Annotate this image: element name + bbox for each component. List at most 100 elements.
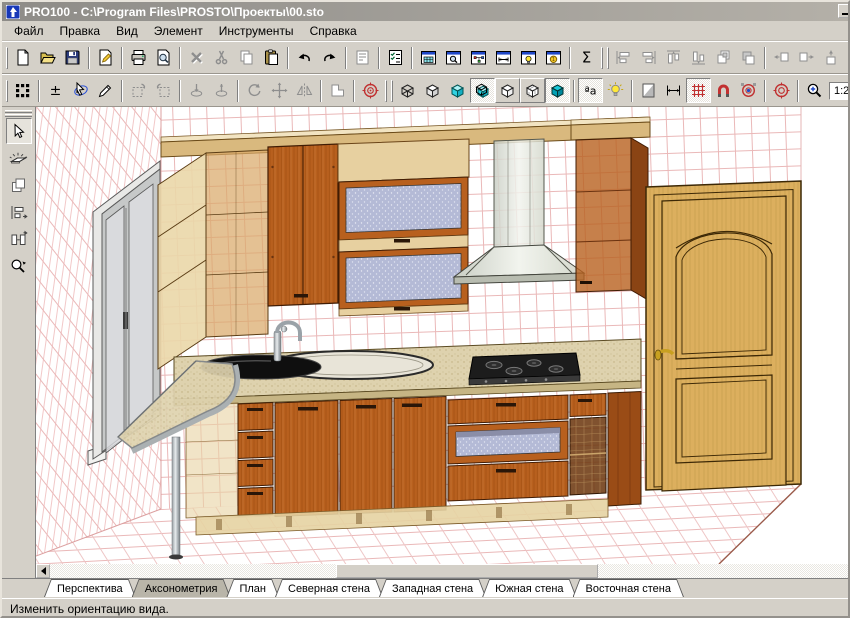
light-button[interactable] (603, 78, 628, 103)
tab-south-wall[interactable]: Южная стена (482, 579, 576, 597)
status-bar: Изменить ориентацию вида. (2, 598, 848, 618)
pencil-button[interactable] (93, 78, 118, 103)
scrollbar-thumb[interactable] (336, 564, 598, 578)
corner-profile-button[interactable] (325, 78, 350, 103)
snap-center-button[interactable] (736, 78, 761, 103)
horizontal-scrollbar[interactable] (36, 564, 848, 578)
right-wall-cabinet[interactable] (571, 117, 650, 300)
minimize-button[interactable] (838, 4, 848, 18)
flip-horizontal-button[interactable] (209, 78, 234, 103)
align-right-button[interactable] (636, 45, 661, 70)
redo-button[interactable] (317, 45, 342, 70)
grid-button[interactable] (686, 78, 711, 103)
tab-axonometry[interactable]: Аксонометрия (132, 579, 231, 597)
print-button[interactable] (126, 45, 151, 70)
tab-perspective[interactable]: Перспектива (44, 579, 136, 597)
undo-button[interactable] (292, 45, 317, 70)
dimensions-window-button[interactable] (491, 45, 516, 70)
tab-west-wall[interactable]: Западная стена (379, 579, 486, 597)
clone-tool-button[interactable] (6, 172, 32, 198)
select-tool-button[interactable] (6, 118, 32, 144)
center-view-button[interactable] (358, 78, 383, 103)
rotate-frame-right-button[interactable] (151, 78, 176, 103)
scale-combo[interactable]: 1:20 (829, 82, 850, 100)
move-button[interactable] (267, 78, 292, 103)
shift-down-button[interactable] (844, 45, 850, 70)
properties-button[interactable] (350, 45, 375, 70)
scale-value[interactable]: 1:20 (829, 82, 850, 100)
send-to-back-button[interactable] (736, 45, 761, 70)
grid-cube-view-button[interactable] (520, 78, 545, 103)
align-left-button[interactable] (611, 45, 636, 70)
rotate-frame-left-button[interactable] (126, 78, 151, 103)
selection-frame-button[interactable] (10, 78, 35, 103)
toolbar-gripper[interactable] (607, 47, 609, 69)
print-preview-button[interactable] (151, 45, 176, 70)
base-cabinets[interactable] (186, 392, 641, 536)
dimensions-button[interactable] (661, 78, 686, 103)
plus-minus-button[interactable]: ± (43, 78, 68, 103)
solid-view-button[interactable] (545, 78, 570, 103)
align-bottom-button[interactable] (686, 45, 711, 70)
preview-window-button[interactable] (441, 45, 466, 70)
scroll-left-button[interactable] (36, 564, 50, 578)
shift-up-button[interactable] (819, 45, 844, 70)
menu-edit[interactable]: Правка (52, 22, 109, 40)
glass-wall-cabinets[interactable] (338, 139, 469, 316)
title-bar[interactable]: PRO100 - C:\Program Files\PROSTO\Проекты… (2, 2, 848, 21)
textured-view-button[interactable] (470, 78, 495, 103)
sum-button[interactable]: Σ (574, 45, 599, 70)
rotate-button[interactable] (242, 78, 267, 103)
toolbar-gripper[interactable] (6, 47, 8, 69)
toolbar-gripper[interactable] (601, 47, 603, 69)
distribute-tool-button[interactable] (6, 226, 32, 252)
tab-north-wall[interactable]: Северная стена (275, 579, 383, 597)
shift-left-button[interactable] (769, 45, 794, 70)
open-button[interactable] (35, 45, 60, 70)
menu-help[interactable]: Справка (302, 22, 365, 40)
menu-view[interactable]: Вид (108, 22, 146, 40)
paste-button[interactable] (259, 45, 284, 70)
color-view-button[interactable] (445, 78, 470, 103)
tab-east-wall[interactable]: Восточная стена (573, 579, 684, 597)
flip-vertical-button[interactable] (184, 78, 209, 103)
menu-tools[interactable]: Инструменты (211, 22, 302, 40)
save-button[interactable] (60, 45, 85, 70)
contour-view-button[interactable] (495, 78, 520, 103)
mirror-button[interactable] (292, 78, 317, 103)
zoom-in-button[interactable] (802, 78, 827, 103)
labels-button[interactable]: ªa (578, 78, 603, 103)
align-tool-button[interactable] (6, 199, 32, 225)
drawing-canvas[interactable] (36, 107, 848, 578)
structure-window-button[interactable] (466, 45, 491, 70)
shift-right-button[interactable] (794, 45, 819, 70)
align-top-button[interactable] (661, 45, 686, 70)
snap-magnet-button[interactable] (711, 78, 736, 103)
edit-document-button[interactable] (93, 45, 118, 70)
light-window-button[interactable] (516, 45, 541, 70)
cut-button[interactable] (209, 45, 234, 70)
menu-file[interactable]: Файл (6, 22, 52, 40)
bring-to-front-button[interactable] (711, 45, 736, 70)
price-window-button[interactable]: 1 (541, 45, 566, 70)
shading-button[interactable] (636, 78, 661, 103)
gas-hob[interactable] (469, 353, 580, 385)
toolbar-gripper[interactable] (6, 80, 8, 102)
entry-door[interactable] (646, 181, 801, 491)
wall-cabinet[interactable] (268, 144, 338, 306)
center-target-button[interactable] (769, 78, 794, 103)
report-window-button[interactable] (416, 45, 441, 70)
checklist-button[interactable] (383, 45, 408, 70)
wireframe-view-button[interactable] (395, 78, 420, 103)
zoom-tool-button[interactable] (6, 253, 32, 279)
worktop-tool-button[interactable] (6, 145, 32, 171)
copy-button[interactable] (234, 45, 259, 70)
toolbar-gripper[interactable] (391, 80, 393, 102)
pointer-button[interactable] (68, 78, 93, 103)
delete-button[interactable] (184, 45, 209, 70)
new-button[interactable] (10, 45, 35, 70)
white-view-button[interactable] (420, 78, 445, 103)
tab-plan[interactable]: План (226, 579, 279, 597)
toolbar-gripper[interactable] (385, 80, 387, 102)
menu-element[interactable]: Элемент (146, 22, 211, 40)
